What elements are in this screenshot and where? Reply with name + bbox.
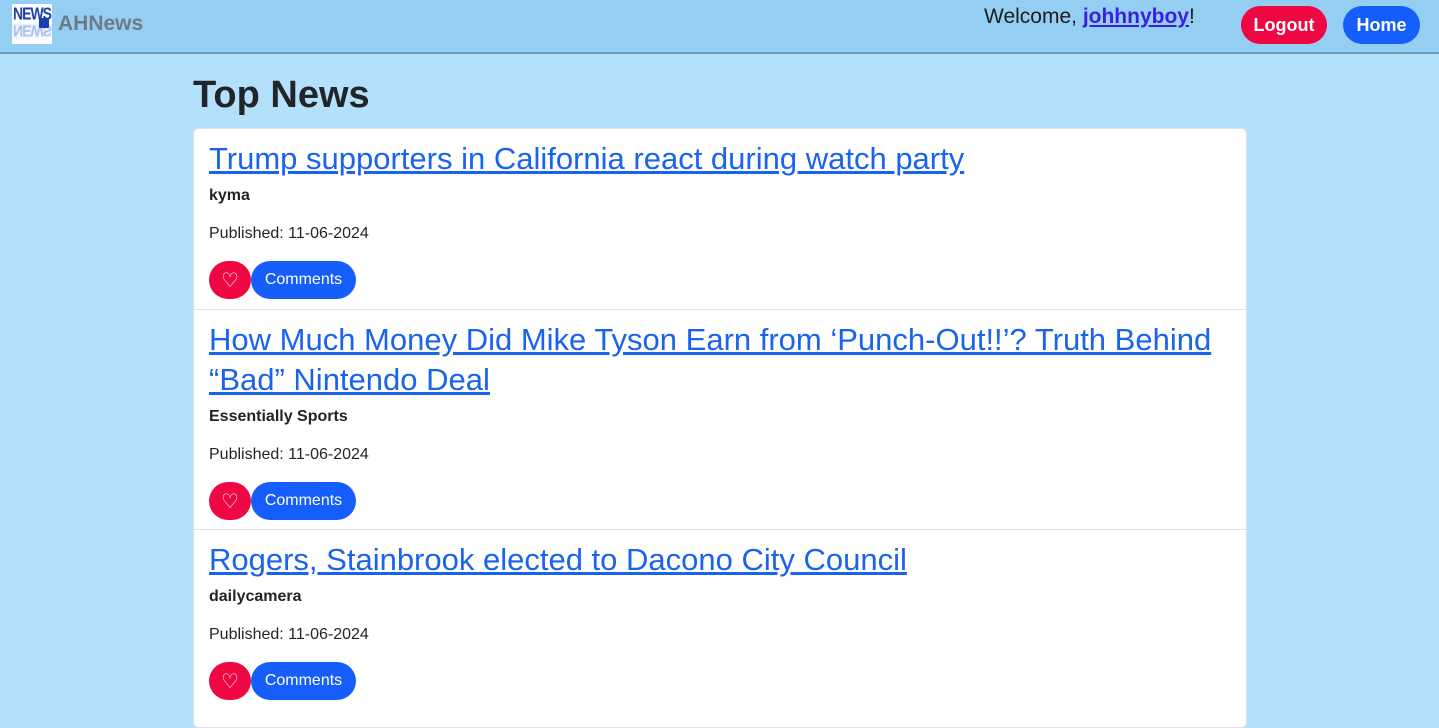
like-button[interactable]: ♡ <box>209 662 251 700</box>
heart-icon: ♡ <box>221 269 239 292</box>
username-link[interactable]: johhnyboy <box>1083 5 1189 28</box>
welcome-message: Welcome, johhnyboy! <box>984 5 1195 29</box>
news-item: How Much Money Did Mike Tyson Earn from … <box>194 310 1246 530</box>
brand[interactable]: NEWS NEWS AHNews <box>12 4 143 44</box>
news-source: kyma <box>209 187 250 204</box>
logo-mark <box>39 18 49 28</box>
comments-button[interactable]: Comments <box>251 662 356 700</box>
news-actions: ♡ Comments <box>209 662 1231 700</box>
comments-button[interactable]: Comments <box>251 261 356 299</box>
news-logo-icon: NEWS NEWS <box>12 4 52 44</box>
news-published-date: Published: 11-06-2024 <box>209 626 369 643</box>
news-actions: ♡ Comments <box>209 261 1231 299</box>
news-actions: ♡ Comments <box>209 482 1231 520</box>
news-headline-link[interactable]: How Much Money Did Mike Tyson Earn from … <box>209 320 1231 400</box>
news-item: Rogers, Stainbrook elected to Dacono Cit… <box>194 530 1246 727</box>
like-button[interactable]: ♡ <box>209 482 251 520</box>
logout-button[interactable]: Logout <box>1241 6 1327 44</box>
heart-icon: ♡ <box>221 670 239 693</box>
news-list: Trump supporters in California react dur… <box>193 128 1247 728</box>
heart-icon: ♡ <box>221 490 239 513</box>
welcome-prefix: Welcome, <box>984 5 1083 28</box>
news-headline-link[interactable]: Trump supporters in California react dur… <box>209 139 1231 179</box>
welcome-suffix: ! <box>1188 5 1195 28</box>
home-button[interactable]: Home <box>1343 6 1420 44</box>
brand-name[interactable]: AHNews <box>58 12 143 36</box>
news-item: Trump supporters in California react dur… <box>194 129 1246 310</box>
like-button[interactable]: ♡ <box>209 261 251 299</box>
news-source: dailycamera <box>209 588 302 605</box>
navbar: NEWS NEWS AHNews Welcome, johhnyboy! Log… <box>0 0 1439 54</box>
news-published-date: Published: 11-06-2024 <box>209 446 369 463</box>
news-source: Essentially Sports <box>209 408 348 425</box>
news-published-date: Published: 11-06-2024 <box>209 225 369 242</box>
comments-button[interactable]: Comments <box>251 482 356 520</box>
page-title: Top News <box>193 74 370 116</box>
news-headline-link[interactable]: Rogers, Stainbrook elected to Dacono Cit… <box>209 540 1231 580</box>
